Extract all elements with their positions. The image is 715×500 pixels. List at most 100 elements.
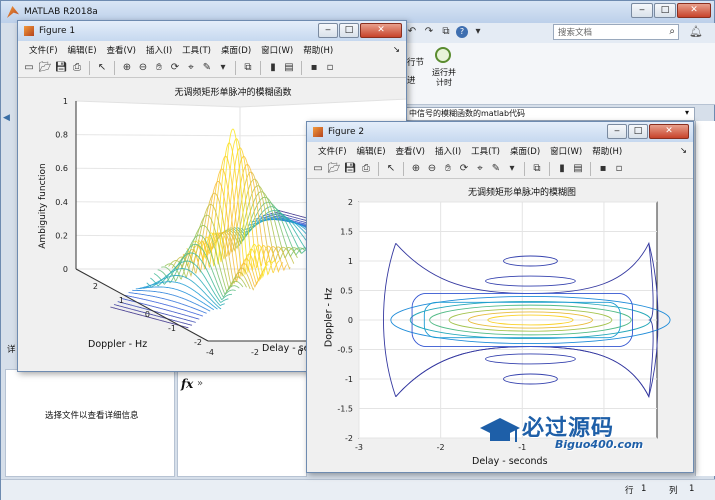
quick-access-bar: ↶ ↷ ⧉ ? ▾	[405, 24, 545, 40]
main-title: MATLAB R2018a	[24, 7, 98, 17]
search-docs-field[interactable]: 搜索文档 ⌕	[553, 24, 679, 40]
dropdown-icon[interactable]: ▾	[471, 25, 485, 39]
back-arrow-icon[interactable]: ◀	[3, 113, 10, 123]
toolbar-separator	[301, 61, 302, 75]
status-bar	[1, 479, 715, 500]
right-edge-panel	[695, 121, 715, 476]
data-cursor-icon[interactable]: ⌖	[473, 162, 487, 176]
search-icon[interactable]: ⌕	[669, 26, 675, 37]
y-tick-label: -2	[251, 348, 259, 357]
zoom-out-icon[interactable]: ⊖	[136, 61, 150, 75]
toolbar-separator	[549, 162, 550, 176]
ribbon-run-section-b[interactable]: 进	[407, 74, 416, 86]
pan-hand-icon[interactable]: ✋︎	[152, 61, 166, 75]
help-icon[interactable]: ?	[456, 26, 468, 38]
fig2-maximize-button[interactable]: □	[628, 124, 648, 139]
hide-tools-icon[interactable]: ▪	[307, 61, 321, 75]
menu-item-1[interactable]: 编辑(E)	[352, 145, 391, 157]
run-and-time-button[interactable]: 运行并 计时	[429, 68, 459, 88]
menu-item-6[interactable]: 窗口(W)	[545, 145, 587, 157]
save-icon[interactable]: 💾︎	[343, 162, 357, 176]
zoom-in-icon[interactable]: ⊕	[120, 61, 134, 75]
open-folder-icon[interactable]: 📂︎	[38, 61, 52, 75]
menu-item-1[interactable]: 编辑(E)	[63, 44, 102, 56]
menu-item-0[interactable]: 文件(F)	[313, 145, 352, 157]
toolbar-separator	[403, 162, 404, 176]
legend-icon[interactable]: ▤	[282, 61, 296, 75]
y-tick-label: 0	[348, 316, 353, 325]
colorbar-icon[interactable]: ▮	[555, 162, 569, 176]
menu-item-4[interactable]: 工具(T)	[466, 145, 505, 157]
z-tick-label: 0.4	[55, 198, 68, 207]
dock-icon[interactable]: ▫	[612, 162, 626, 176]
brush-icon[interactable]: ✎	[200, 61, 214, 75]
save-icon[interactable]: 💾︎	[54, 61, 68, 75]
menu-item-3[interactable]: 插入(I)	[141, 44, 177, 56]
fig1-minimize-button[interactable]: ‒	[318, 23, 338, 38]
ribbon-run-section-a[interactable]: 行节	[407, 56, 424, 68]
menu-item-7[interactable]: 帮助(H)	[587, 145, 627, 157]
pointer-icon[interactable]: ↖	[95, 61, 109, 75]
bell-icon[interactable]: 🔔︎	[689, 25, 703, 38]
pointer-icon[interactable]: ↖	[384, 162, 398, 176]
menu-item-3[interactable]: 插入(I)	[430, 145, 466, 157]
details-panel	[5, 369, 175, 477]
watermark-url: Biguo400.com	[555, 438, 644, 451]
figure2-menubar: 文件(F) 编辑(E) 查看(V) 插入(I) 工具(T) 桌面(D) 窗口(W) 帮助(H)…	[307, 142, 693, 160]
colorbar-icon[interactable]: ▮	[266, 61, 280, 75]
menu-item-7[interactable]: 帮助(H)	[298, 44, 338, 56]
status-col-label: 列	[669, 486, 678, 496]
menu-pin-icon[interactable]: ↘	[675, 146, 693, 156]
x-tick-label: 2	[93, 282, 98, 291]
fig2-close-button[interactable]: ✕	[649, 124, 689, 139]
dock-icon[interactable]: ▫	[323, 61, 337, 75]
fig2-minimize-button[interactable]: ‒	[607, 124, 627, 139]
menu-item-0[interactable]: 文件(F)	[24, 44, 63, 56]
zoom-in-icon[interactable]: ⊕	[409, 162, 423, 176]
toolbar-separator	[378, 162, 379, 176]
menu-item-6[interactable]: 窗口(W)	[256, 44, 298, 56]
x-tick-label: -3	[355, 443, 363, 452]
open-folder-icon[interactable]: 📂︎	[327, 162, 341, 176]
rotate-icon[interactable]: ⟳	[457, 162, 471, 176]
menu-item-5[interactable]: 桌面(D)	[216, 44, 256, 56]
y-tick-label: 2	[348, 198, 353, 207]
undo-icon[interactable]: ↶	[405, 25, 419, 39]
brush-icon[interactable]: ✎	[489, 162, 503, 176]
fig2-xlabel: Delay - seconds	[472, 456, 548, 467]
main-close-button[interactable]: ✕	[677, 3, 711, 18]
fig1-maximize-button[interactable]: □	[339, 23, 359, 38]
toolbar-separator	[114, 61, 115, 75]
zoom-out-icon[interactable]: ⊖	[425, 162, 439, 176]
y-tick-label: 1.5	[340, 228, 353, 237]
main-minimize-button[interactable]: ‒	[631, 3, 653, 18]
dropdown-icon[interactable]: ▾	[505, 162, 519, 176]
print-icon[interactable]: ⎙	[359, 162, 373, 176]
menu-pin-icon[interactable]: ↘	[388, 45, 406, 55]
menu-item-2[interactable]: 查看(V)	[102, 44, 141, 56]
path-dropdown-icon[interactable]: ▾	[685, 108, 689, 117]
legend-icon[interactable]: ▤	[571, 162, 585, 176]
run-and-time-icon[interactable]	[435, 47, 451, 63]
menu-item-5[interactable]: 桌面(D)	[505, 145, 545, 157]
status-col-value: 1	[689, 484, 695, 494]
matlab-logo-icon	[7, 6, 19, 18]
fig1-close-button[interactable]: ✕	[360, 23, 402, 38]
hide-tools-icon[interactable]: ▪	[596, 162, 610, 176]
data-cursor-icon[interactable]: ⌖	[184, 61, 198, 75]
fx-icon: fx	[181, 377, 194, 391]
pan-hand-icon[interactable]: ✋︎	[441, 162, 455, 176]
print-icon[interactable]: ⎙	[70, 61, 84, 75]
link-plot-icon[interactable]: ⧉	[241, 61, 255, 75]
copy-icon[interactable]: ⧉	[439, 25, 453, 39]
path-bar[interactable]: 中信号的模糊函数的matlab代码	[405, 107, 695, 121]
new-file-icon[interactable]: ▭	[311, 162, 325, 176]
main-maximize-button[interactable]: □	[654, 3, 676, 18]
new-file-icon[interactable]: ▭	[22, 61, 36, 75]
link-plot-icon[interactable]: ⧉	[530, 162, 544, 176]
dropdown-icon[interactable]: ▾	[216, 61, 230, 75]
redo-icon[interactable]: ↷	[422, 25, 436, 39]
rotate-icon[interactable]: ⟳	[168, 61, 182, 75]
menu-item-4[interactable]: 工具(T)	[177, 44, 216, 56]
menu-item-2[interactable]: 查看(V)	[391, 145, 430, 157]
